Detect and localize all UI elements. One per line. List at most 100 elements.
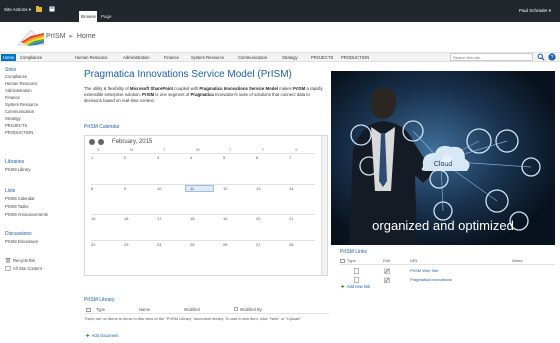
lnav-item-administration[interactable]: Administration (5, 88, 32, 93)
calendar-dow: W (196, 148, 200, 152)
lnav-item-system-resource[interactable]: System Resource (5, 102, 38, 107)
lnav-item-prism-calendar[interactable]: PrISM Calendar (5, 196, 35, 201)
site-actions-menu[interactable]: Site Actions ▾ (4, 7, 31, 13)
links-webpart-title[interactable]: PrISM Links (340, 249, 367, 255)
calendar-day[interactable]: 8 (91, 186, 93, 191)
calendar-day[interactable]: 21 (289, 216, 293, 221)
user-menu[interactable]: Paul Schrader ▾ (519, 8, 551, 14)
column-header-modified[interactable]: Modified (184, 307, 200, 312)
column-header-edit[interactable]: Edit (383, 258, 390, 263)
calendar-prev-button[interactable] (89, 139, 95, 145)
search-icon[interactable] (537, 53, 545, 61)
calendar-day[interactable]: 13 (256, 186, 260, 191)
lnav-item-production[interactable]: PRODUCTION (5, 130, 33, 135)
lnav-item-all-site-content[interactable]: All Site Content (13, 266, 42, 271)
nav-item-strategy[interactable]: Strategy (282, 55, 298, 60)
lnav-item-communication[interactable]: Communication (5, 109, 34, 114)
lnav-item-recycle-bin[interactable]: Recycle Bin (13, 258, 35, 263)
help-icon[interactable]: ? (548, 53, 556, 61)
lnav-item-compliance[interactable]: Compliance (5, 74, 27, 79)
calendar-day[interactable]: 14 (289, 186, 293, 191)
calendar-day[interactable]: 9 (124, 186, 126, 191)
nav-item-system-resource[interactable]: System Resource (191, 55, 224, 60)
intro-bold-run: Pragmatica Innovations Service Model (199, 86, 278, 91)
calendar-day[interactable]: 5 (223, 155, 225, 160)
lnav-item-prism-library[interactable]: PrISM Library (5, 167, 31, 172)
add-document-button[interactable]: ✚ Add document (86, 333, 119, 338)
column-header-name[interactable]: Name (139, 307, 150, 312)
table-row: PrISM Web Site (340, 267, 555, 275)
select-all-checkbox[interactable] (340, 259, 345, 263)
calendar-day[interactable]: 12 (223, 186, 227, 191)
calendar-day[interactable]: 17 (157, 216, 161, 221)
nav-item-projects[interactable]: PROJECTS (311, 55, 333, 60)
calendar-next-button[interactable] (98, 139, 104, 145)
page-title: Pragmatica Innovations Service Model (Pr… (84, 69, 292, 80)
lnav-heading-lists[interactable]: Lists (5, 188, 15, 194)
lnav-item-prism-discussion[interactable]: PrISM Discussion (5, 239, 38, 244)
calendar-day[interactable]: 3 (157, 155, 159, 160)
edit-icon[interactable] (384, 277, 390, 283)
column-header-modified-by[interactable]: Modified By (240, 307, 262, 312)
library-webpart-title[interactable]: PrISM Library (84, 297, 115, 303)
column-header-url[interactable]: URL (410, 258, 418, 263)
lnav-item-prism-announcements[interactable]: PrISM Announcements (5, 212, 48, 217)
nav-item-finance[interactable]: Finance (164, 55, 179, 60)
column-header-notes[interactable]: Notes (512, 258, 522, 263)
calendar-day[interactable]: 28 (289, 242, 293, 247)
link-url[interactable]: PrISM Web Site (410, 268, 438, 273)
site-name-link[interactable]: PrISM (46, 33, 65, 40)
nav-item-compliance[interactable]: Compliance (20, 55, 42, 60)
calendar-day[interactable]: 7 (289, 155, 291, 160)
calendar-month-label: February, 2015 (112, 139, 153, 145)
calendar-day[interactable]: 26 (223, 242, 227, 247)
calendar-webpart: February, 2015 S M T W T F S 1 2 3 4 5 6… (84, 135, 328, 276)
prism-logo-icon[interactable] (18, 30, 44, 46)
calendar-day[interactable]: 22 (91, 242, 95, 247)
calendar-day[interactable]: 23 (124, 242, 128, 247)
add-new-link-button[interactable]: ✚ Add new link (341, 284, 370, 289)
calendar-day[interactable]: 10 (157, 186, 161, 191)
calendar-day[interactable]: 25 (190, 242, 194, 247)
edit-page-icon[interactable] (49, 6, 55, 12)
lnav-item-projects[interactable]: PROJECTS (5, 123, 27, 128)
calendar-webpart-title[interactable]: PrISM Calendar (84, 124, 120, 130)
navigate-up-icon[interactable] (36, 6, 42, 12)
tab-page[interactable]: Page (101, 14, 112, 19)
calendar-day[interactable]: 20 (256, 216, 260, 221)
nav-item-production[interactable]: PRODUCTION (341, 55, 369, 60)
calendar-day[interactable]: 6 (256, 155, 258, 160)
lnav-heading-sites[interactable]: Sites (5, 67, 16, 73)
search-input[interactable]: Search this site... (450, 53, 533, 61)
calendar-day[interactable]: 27 (256, 242, 260, 247)
edit-icon[interactable] (384, 268, 390, 274)
calendar-day[interactable]: 16 (124, 216, 128, 221)
column-header-type[interactable]: Type (347, 258, 356, 263)
calendar-day[interactable]: 4 (190, 155, 192, 160)
lnav-heading-libraries[interactable]: Libraries (5, 159, 24, 165)
calendar-day[interactable]: 1 (91, 155, 93, 160)
nav-item-human-resource[interactable]: Human Resource (75, 55, 108, 60)
calendar-day[interactable]: 2 (124, 155, 126, 160)
calendar-day[interactable]: 24 (157, 242, 161, 247)
select-all-checkbox[interactable] (86, 308, 91, 312)
lnav-item-prism-tasks[interactable]: PrISM Tasks (5, 204, 28, 209)
nav-item-communication[interactable]: Communication (238, 55, 267, 60)
ribbon: Site Actions ▾ Browse Page Paul Schrader… (0, 0, 560, 22)
link-url[interactable]: Pragmatica Innovations (410, 277, 452, 282)
intro-text-run: coupled with (173, 86, 200, 91)
calendar-day[interactable]: 18 (190, 216, 194, 221)
nav-item-home[interactable]: Home (1, 54, 17, 61)
lnav-heading-discussions[interactable]: Discussions (5, 231, 32, 237)
calendar-day[interactable]: 19 (223, 216, 227, 221)
nav-item-administration[interactable]: Administration (123, 55, 150, 60)
calendar-scrollbar[interactable] (321, 136, 327, 275)
calendar-day-today[interactable]: 11 (190, 186, 194, 191)
lnav-item-strategy[interactable]: Strategy (5, 116, 21, 121)
calendar-day[interactable]: 15 (91, 216, 95, 221)
column-header-type[interactable]: Type (96, 307, 105, 312)
tab-browse[interactable]: Browse (79, 11, 97, 22)
lnav-item-finance[interactable]: Finance (5, 95, 20, 100)
lnav-item-human-resource[interactable]: Human Resource (5, 81, 38, 86)
intro-text-run: makes (277, 86, 293, 91)
